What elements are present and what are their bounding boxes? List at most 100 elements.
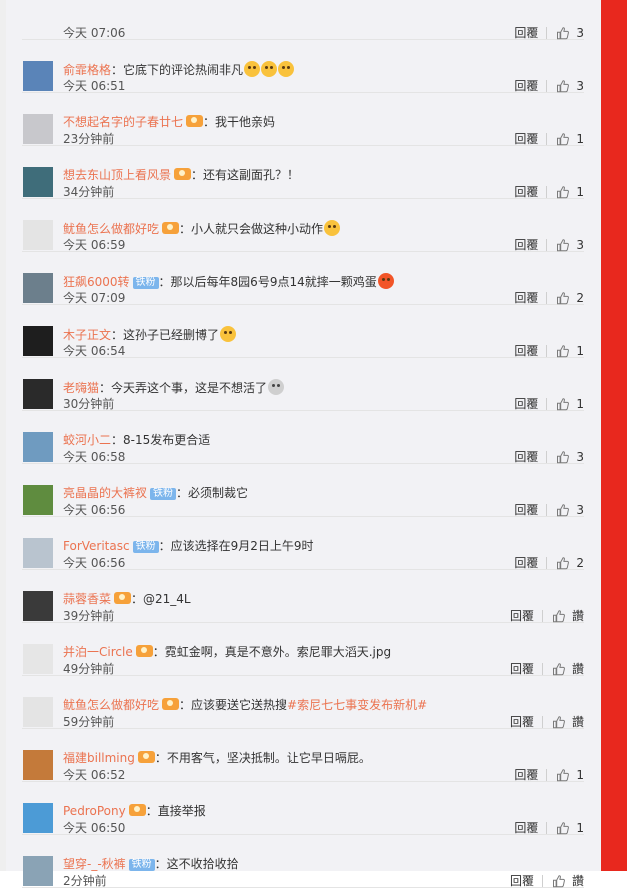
thumbs-up-icon[interactable] <box>556 556 570 570</box>
like-count[interactable]: 1 <box>576 185 584 199</box>
reply-button[interactable]: 回覆 <box>514 183 546 200</box>
avatar[interactable] <box>23 167 53 197</box>
thumbs-up-icon[interactable] <box>556 132 570 146</box>
thumbs-up-icon[interactable] <box>556 185 570 199</box>
like-count[interactable]: 讚 <box>572 713 584 730</box>
username-link[interactable]: 鱿鱼怎么做都好吃 <box>63 222 159 236</box>
avatar[interactable] <box>23 697 53 727</box>
username-link[interactable]: 狂飙6000转 <box>63 275 130 289</box>
reply-button[interactable]: 回覆 <box>514 130 546 147</box>
thumbs-up-icon[interactable] <box>556 26 570 40</box>
divider <box>541 609 543 622</box>
avatar[interactable] <box>23 114 53 144</box>
reply-button[interactable]: 回覆 <box>514 77 546 94</box>
avatar[interactable] <box>23 432 53 462</box>
like-count[interactable]: 1 <box>576 344 584 358</box>
like-count[interactable]: 1 <box>576 397 584 411</box>
username-link[interactable]: 不想起名字的子春廿七 <box>63 115 183 129</box>
comment-text-line: 蒜蓉香菜 ：@21_4L <box>63 591 191 607</box>
hashtag-link[interactable]: #索尼七七事变发布新机# <box>287 698 427 712</box>
comment-text: ：今天弄这个事，这是不想活了 <box>99 381 268 395</box>
avatar[interactable] <box>23 644 53 674</box>
username-link[interactable]: 亮晶晶的大裤衩 <box>63 486 147 500</box>
avatar[interactable] <box>23 750 53 780</box>
reply-button[interactable]: 回覆 <box>514 766 546 783</box>
comment-item: 鱿鱼怎么做都好吃 ：应该要送它送热搜#索尼七七事变发布新机# 59分钟前 回覆 讚 <box>22 676 584 729</box>
reply-button[interactable]: 回覆 <box>514 554 546 571</box>
username-link[interactable]: 蛟河小二 <box>63 433 111 447</box>
like-count[interactable]: 讚 <box>572 872 584 889</box>
avatar[interactable] <box>23 856 53 886</box>
reply-button[interactable]: 回覆 <box>510 872 542 889</box>
thumbs-up-icon[interactable] <box>552 609 566 623</box>
comment-item: 蛟河小二：8-15发布更合适 今天 06:58 回覆 3 <box>22 411 584 464</box>
reply-button[interactable]: 回覆 <box>510 660 542 677</box>
thumbs-up-icon[interactable] <box>556 503 570 517</box>
reply-button[interactable]: 回覆 <box>514 501 546 518</box>
comment-item: 木子正文：这孙子已经删博了 今天 06:54 回覆 1 <box>22 305 584 358</box>
thumbs-up-icon[interactable] <box>556 344 570 358</box>
thumbs-up-icon[interactable] <box>556 821 570 835</box>
like-count[interactable]: 讚 <box>572 607 584 624</box>
thumbs-up-icon[interactable] <box>556 450 570 464</box>
username-link[interactable]: 俞霏格格 <box>63 63 111 77</box>
avatar[interactable] <box>23 273 53 303</box>
divider <box>546 185 548 198</box>
reply-button[interactable]: 回覆 <box>514 395 546 412</box>
reply-button[interactable]: 回覆 <box>514 819 546 836</box>
comment-time: 今天 06:58 <box>63 450 126 464</box>
username-link[interactable]: 并泊一Circle <box>63 645 133 659</box>
reply-button[interactable]: 回覆 <box>514 24 546 41</box>
comment-actions: 回覆 1 <box>514 183 584 200</box>
thumbs-up-icon[interactable] <box>556 768 570 782</box>
comment-item: 想去东山顶上看风景 ：还有这副面孔？！ 34分钟前 回覆 1 <box>22 146 584 199</box>
thumbs-up-icon[interactable] <box>556 397 570 411</box>
username-link[interactable]: 蒜蓉香菜 <box>63 592 111 606</box>
laugh-cry-icon <box>261 61 278 77</box>
divider <box>546 344 548 357</box>
avatar[interactable] <box>23 591 53 621</box>
like-count[interactable]: 1 <box>576 768 584 782</box>
comment-text-line: 亮晶晶的大裤衩 铁粉 ：必须制裁它 <box>63 485 248 501</box>
username-link[interactable]: 想去东山顶上看风景 <box>63 168 171 182</box>
like-count[interactable]: 3 <box>576 79 584 93</box>
reply-button[interactable]: 回覆 <box>514 448 546 465</box>
username-link[interactable]: ForVeritasc <box>63 539 130 553</box>
avatar[interactable] <box>23 485 53 515</box>
like-count[interactable]: 2 <box>576 291 584 305</box>
thumbs-up-icon[interactable] <box>552 715 566 729</box>
like-count[interactable]: 3 <box>576 238 584 252</box>
avatar[interactable] <box>23 379 53 409</box>
like-count[interactable]: 讚 <box>572 660 584 677</box>
username-link[interactable]: PedroPony <box>63 804 126 818</box>
reply-button[interactable]: 回覆 <box>510 713 542 730</box>
avatar[interactable] <box>23 61 53 91</box>
like-count[interactable]: 1 <box>576 821 584 835</box>
like-count[interactable]: 3 <box>576 503 584 517</box>
reply-button[interactable]: 回覆 <box>514 342 546 359</box>
username-link[interactable]: 望穿-_-秋裤 <box>63 857 126 871</box>
thumbs-up-icon[interactable] <box>556 79 570 93</box>
reply-button[interactable]: 回覆 <box>514 236 546 253</box>
avatar[interactable] <box>23 803 53 833</box>
avatar[interactable] <box>23 326 53 356</box>
avatar[interactable] <box>23 220 53 250</box>
fan-badge: 铁粉 <box>132 277 159 289</box>
like-count[interactable]: 3 <box>576 450 584 464</box>
comment-text: ：小人就只会做这种小动作 <box>179 222 324 236</box>
thumbs-up-icon[interactable] <box>556 238 570 252</box>
thumbs-up-icon[interactable] <box>552 874 566 888</box>
reply-button[interactable]: 回覆 <box>514 289 546 306</box>
like-count[interactable]: 3 <box>576 26 584 40</box>
thumbs-up-icon[interactable] <box>552 662 566 676</box>
comment-actions: 回覆 讚 <box>510 661 584 676</box>
like-count[interactable]: 2 <box>576 556 584 570</box>
username-link[interactable]: 木子正文 <box>63 328 111 342</box>
username-link[interactable]: 老嗨猫 <box>63 381 99 395</box>
thumbs-up-icon[interactable] <box>556 291 570 305</box>
avatar[interactable] <box>23 538 53 568</box>
username-link[interactable]: 福建billming <box>63 751 135 765</box>
like-count[interactable]: 1 <box>576 132 584 146</box>
username-link[interactable]: 鱿鱼怎么做都好吃 <box>63 698 159 712</box>
reply-button[interactable]: 回覆 <box>510 607 542 624</box>
